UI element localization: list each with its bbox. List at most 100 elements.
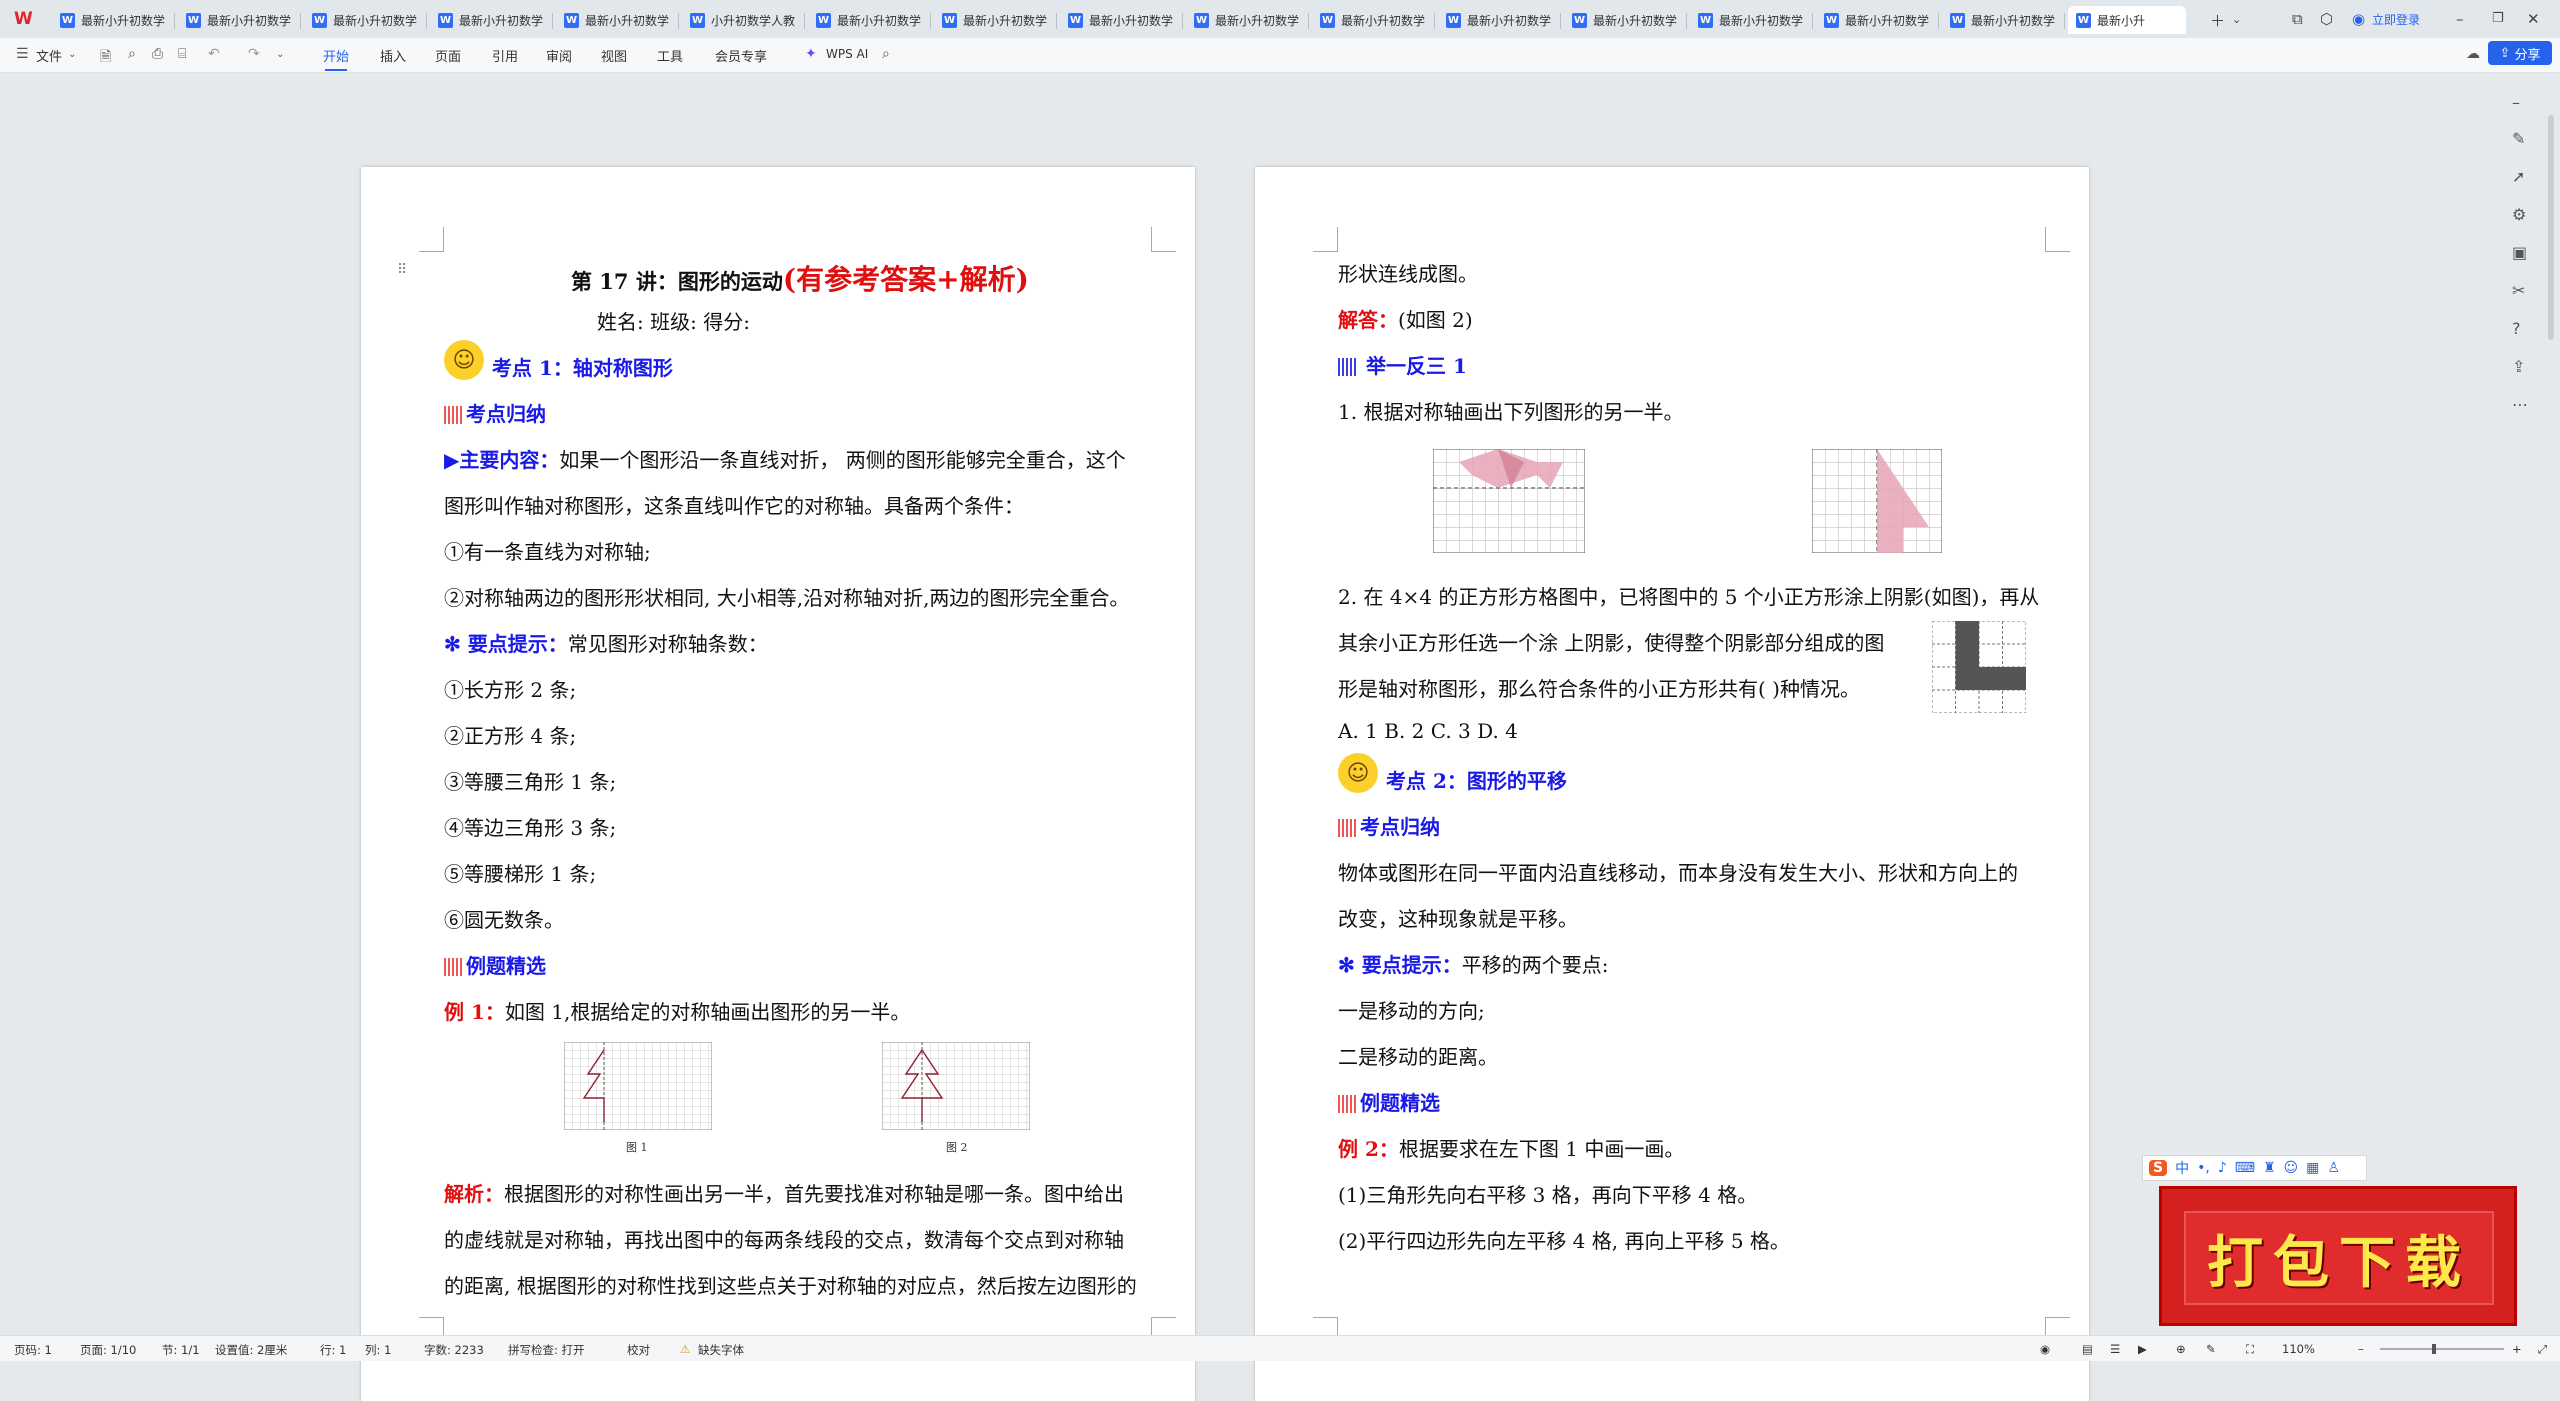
eye-protect-icon[interactable]: ◉ [2040,1342,2050,1356]
tab-document[interactable]: W 最新小升初数学 [1690,6,1808,34]
emoji-icon[interactable]: ☺ [2284,1160,2299,1176]
zoom-slider-thumb[interactable] [2432,1344,2436,1354]
document-page-2[interactable]: 形状连线成图。 解答：(如图 2) 举一反三 1 1. 根据对称轴画出下列图形的… [1255,167,2089,1401]
ribbon-tab[interactable]: 工具 [657,46,683,65]
more-icon[interactable]: ⋯ [2512,395,2528,414]
collapse-icon[interactable]: – [2512,93,2520,112]
quick-access-chevron-icon[interactable]: ⌄ [276,49,284,60]
status-spellcheck[interactable]: 拼写检查: 打开 [508,1342,585,1358]
ribbon-tab[interactable]: 会员专享 [715,46,767,65]
help-icon[interactable]: ? [2512,319,2521,338]
tab-document[interactable]: W 最新小升初数学 [1438,6,1556,34]
search-doc-icon[interactable]: ⌕ [128,46,136,62]
ribbon-tab[interactable]: 开始 [323,46,349,71]
zoom-in-icon[interactable]: + [2512,1342,2522,1356]
restore-icon[interactable]: ❐ [2492,11,2504,26]
file-chevron-icon[interactable]: ⌄ [68,49,76,60]
tab-document[interactable]: W 小升初数学人教 [682,6,800,34]
tab-document[interactable]: W 最新小升初数学 [1942,6,2060,34]
menu-icon[interactable]: ☰ [16,46,29,62]
vertical-scrollbar[interactable] [2548,115,2554,340]
cube-icon[interactable]: ⬡ [2320,10,2333,28]
document-page-1[interactable]: ⠿ 第 17 讲：图形的运动(有参考答案+解析) 姓名: 班级: 得分: ☺ 考… [361,167,1195,1401]
tab-list-chevron-icon[interactable]: ⌄ [2232,13,2241,26]
ribbon-tab[interactable]: 引用 [492,46,518,65]
cloud-icon[interactable]: ☁ [2466,46,2480,62]
tab-document[interactable]: W 最新小升 [2068,6,2186,34]
status-pages[interactable]: 页面: 1/10 [80,1342,136,1358]
punctuation-icon[interactable]: •, [2197,1160,2210,1176]
tab-document[interactable]: W 最新小升初数学 [52,6,170,34]
mic-icon[interactable]: ♪ [2218,1160,2227,1176]
wps-ai-icon[interactable]: ✦ [805,46,817,62]
tab-document[interactable]: W 最新小升初数学 [1816,6,1934,34]
status-col[interactable]: 列: 1 [365,1342,391,1358]
print-icon[interactable]: ⎙ [152,46,163,62]
login-link[interactable]: 立即登录 [2372,11,2420,28]
file-menu[interactable]: 文件 [36,46,62,65]
tab-document[interactable]: W 最新小升初数学 [1060,6,1178,34]
status-setting[interactable]: 设置值: 2厘米 [215,1342,287,1358]
tab-document[interactable]: W 最新小升初数学 [178,6,296,34]
keyboard-icon[interactable]: ⌨ [2235,1160,2255,1176]
web-view-icon[interactable]: ⊕ [2176,1342,2186,1356]
zoom-slider-track[interactable] [2380,1348,2504,1350]
ribbon-tab[interactable]: 视图 [601,46,627,65]
wps-ai-button[interactable]: WPS AI [826,47,868,61]
tab-document[interactable]: W 最新小升初数学 [1186,6,1304,34]
user-icon[interactable]: ♙ [2327,1160,2340,1176]
status-proof[interactable]: 校对 [627,1342,650,1358]
drag-handle-icon[interactable]: ⠿ [397,262,407,278]
select-cursor-icon[interactable]: ➚ [2512,167,2525,186]
skin-icon[interactable]: ♜ [2263,1160,2276,1176]
settings-sliders-icon[interactable]: ⚙ [2512,205,2526,224]
tab-document[interactable]: W 最新小升初数学 [1564,6,1682,34]
tab-title: 最新小升 [2097,13,2146,28]
ribbon-tab[interactable]: 页面 [435,46,461,65]
tab-document[interactable]: W 最新小升初数学 [556,6,674,34]
zoom-out-icon[interactable]: – [2358,1342,2364,1356]
undo-icon[interactable]: ↶ [208,46,220,62]
page-view-icon[interactable]: ▤ [2082,1342,2093,1356]
redo-icon[interactable]: ↷ [248,46,260,62]
ime-mode-label[interactable]: 中 [2175,1158,2189,1178]
ime-toolbar[interactable]: S 中 •, ♪ ⌨ ♜ ☺ ▦ ♙ [2142,1155,2367,1181]
tab-document[interactable]: W 最新小升初数学 [430,6,548,34]
ribbon-tab[interactable]: 插入 [380,46,406,65]
close-icon[interactable]: ✕ [2527,10,2540,28]
fit-icon[interactable]: ⛶ [2246,1342,2254,1357]
status-row[interactable]: 行: 1 [320,1342,346,1358]
user-avatar-icon[interactable]: ◉ [2352,10,2365,28]
preview-icon[interactable]: ⌸ [178,46,186,62]
share-doc-icon[interactable]: ⇪ [2512,357,2525,376]
tab-document[interactable]: W 最新小升初数学 [304,6,422,34]
status-font-missing[interactable]: 缺失字体 [698,1342,744,1358]
download-promo-banner[interactable]: 打包下载 [2159,1186,2517,1326]
tab-document[interactable]: W 最新小升初数学 [808,6,926,34]
toolbox-icon[interactable]: ▦ [2306,1160,2319,1176]
ribbon-tab[interactable]: 审阅 [546,46,572,65]
tab-document[interactable]: W 最新小升初数学 [934,6,1052,34]
search-icon[interactable]: ⌕ [882,46,890,62]
edit-pen-icon[interactable]: ✎ [2512,129,2525,148]
play-icon[interactable]: ▶ [2138,1342,2147,1356]
status-page[interactable]: 页码: 1 [14,1342,52,1358]
sogou-icon[interactable]: S [2149,1160,2168,1176]
document-canvas[interactable]: ⠿ 第 17 讲：图形的运动(有参考答案+解析) 姓名: 班级: 得分: ☺ 考… [0,73,2560,1401]
share-button[interactable]: ⇪ 分享 [2488,41,2552,65]
zoom-level[interactable]: 110% [2282,1342,2315,1356]
doc-title: 第 17 讲：图形的运动(有参考答案+解析) [571,258,1029,298]
minimize-icon[interactable]: – [2456,10,2464,28]
image-icon[interactable]: ▣ [2512,243,2527,262]
wps-logo-icon[interactable]: W [14,9,36,29]
status-section[interactable]: 节: 1/1 [162,1342,200,1358]
tools-icon[interactable]: ✂ [2512,281,2525,300]
new-tab-icon[interactable]: ＋ [2210,10,2225,31]
status-words[interactable]: 字数: 2233 [424,1342,484,1358]
pen-view-icon[interactable]: ✎ [2206,1342,2216,1356]
save-icon[interactable]: 🗎 [100,46,111,70]
window-layout-icon[interactable]: ⧉ [2292,10,2303,28]
outline-view-icon[interactable]: ☰ [2110,1342,2120,1356]
tab-document[interactable]: W 最新小升初数学 [1312,6,1430,34]
fullscreen-icon[interactable]: ⤢ [2538,1342,2547,1357]
